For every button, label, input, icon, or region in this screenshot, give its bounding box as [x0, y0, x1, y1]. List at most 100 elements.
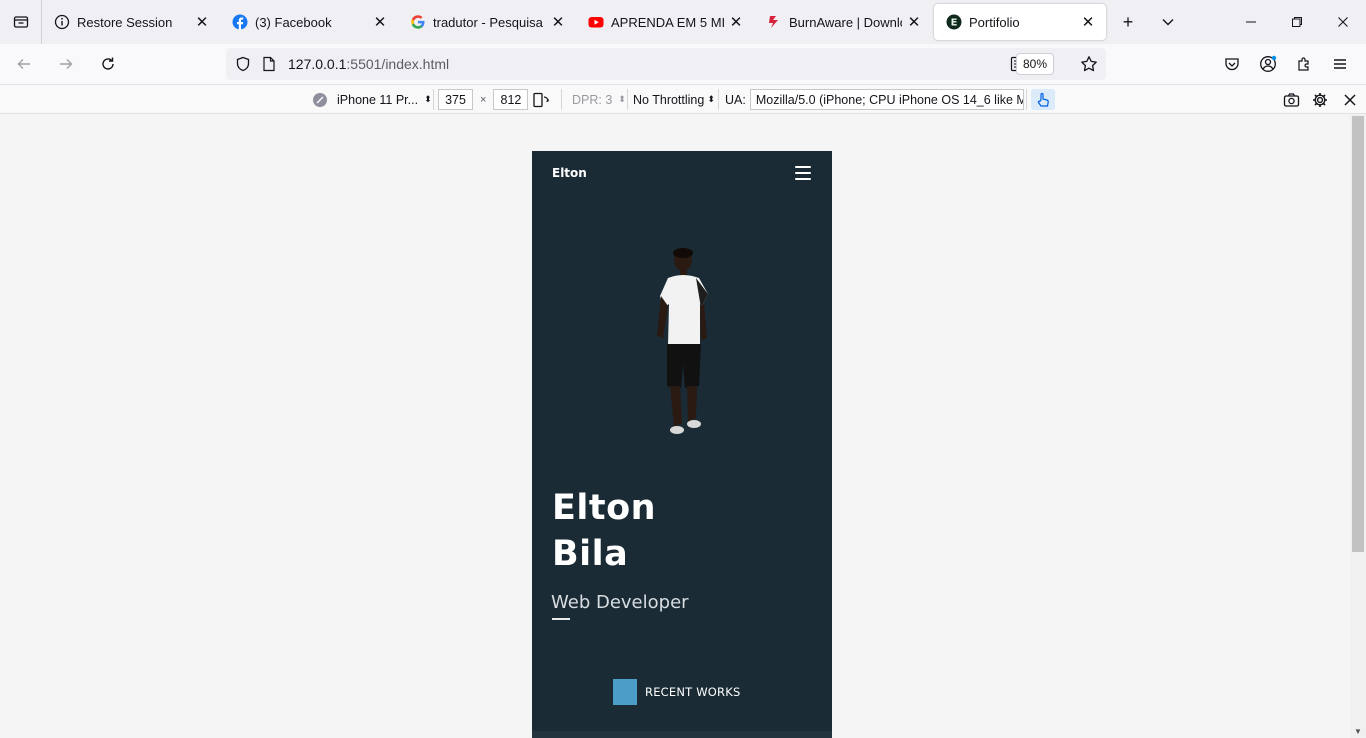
account-icon — [1260, 55, 1277, 72]
portfolio-e-icon: E — [946, 14, 962, 30]
forward-button[interactable] — [48, 48, 84, 80]
hamburger-menu-icon[interactable] — [795, 166, 811, 180]
tab-portifolio[interactable]: E Portifolio ✕ — [934, 4, 1106, 40]
arrow-left-icon — [17, 59, 30, 69]
scroll-down-arrow-icon[interactable]: ▼ — [1354, 727, 1362, 736]
rotate-device-icon — [533, 92, 549, 107]
list-all-tabs-button[interactable] — [1148, 0, 1188, 44]
google-icon — [410, 14, 426, 30]
updown-arrow-icon: ⬍ — [707, 94, 715, 104]
throttling-label: No Throttling — [633, 92, 705, 107]
url-text[interactable]: 127.0.0.1:5501/index.html — [288, 56, 449, 72]
close-tab-icon[interactable]: ✕ — [1080, 14, 1096, 31]
updown-arrow-icon: ⬍ — [424, 94, 432, 104]
updown-arrow-icon: ⬍ — [618, 94, 626, 104]
url-bar[interactable]: 127.0.0.1:5501/index.html 80% — [226, 48, 1106, 80]
close-icon — [1338, 17, 1348, 27]
minimize-icon — [1246, 21, 1256, 23]
firefox-view-icon — [13, 16, 28, 28]
viewport-height-input[interactable]: 812 — [493, 89, 529, 110]
user-agent-input[interactable]: Mozilla/5.0 (iPhone; CPU iPhone OS 14_6 … — [749, 89, 1024, 110]
rdm-settings-button[interactable] — [1312, 89, 1328, 110]
hero-first-name: Elton — [552, 488, 657, 528]
screenshot-button[interactable] — [1283, 89, 1300, 110]
tab-title: tradutor - Pesquisa Go — [433, 14, 546, 30]
tracking-protection-shield-icon[interactable] — [228, 56, 258, 72]
pocket-button[interactable] — [1214, 48, 1250, 80]
tab-burnaware[interactable]: BurnAware | Download ✕ — [754, 0, 932, 44]
gear-icon — [1313, 92, 1327, 107]
recent-works-label: RECENT WORKS — [645, 685, 741, 699]
zoom-reset-button[interactable]: 80% — [1015, 53, 1054, 75]
tab-title: Restore Session — [77, 14, 173, 30]
plus-icon: + — [1122, 11, 1134, 32]
tab-title: Portifolio — [969, 14, 1020, 30]
url-host: 127.0.0.1 — [288, 56, 347, 72]
dpr-label: DPR: 3 — [572, 92, 613, 107]
touch-hand-icon — [1037, 92, 1049, 107]
close-window-button[interactable] — [1320, 0, 1366, 44]
site-logo[interactable]: Elton — [552, 166, 587, 180]
close-tab-icon[interactable]: ✕ — [372, 14, 388, 31]
next-section-edge — [532, 731, 832, 738]
tab-youtube[interactable]: APRENDA EM 5 MINUT ✕ — [576, 0, 754, 44]
device-name: iPhone 11 Pr... — [337, 92, 419, 107]
device-selector[interactable]: iPhone 11 Pr... ⬍ — [312, 89, 432, 110]
camera-icon — [1283, 92, 1300, 107]
recent-works-link[interactable]: RECENT WORKS — [613, 679, 741, 705]
extensions-button[interactable] — [1286, 48, 1322, 80]
new-tab-button[interactable]: + — [1108, 0, 1148, 44]
tab-title: BurnAware | Download — [789, 14, 902, 30]
url-path: :5501/index.html — [346, 56, 450, 72]
youtube-icon — [588, 14, 604, 30]
close-icon — [1344, 93, 1356, 106]
scrollbar[interactable]: ▼ — [1350, 114, 1366, 738]
burnaware-icon — [766, 14, 782, 30]
viewport-width-input[interactable]: 375 — [438, 89, 473, 110]
info-icon — [54, 14, 70, 30]
svg-text:E: E — [951, 18, 958, 29]
close-tab-icon[interactable]: ✕ — [550, 14, 566, 31]
throttling-selector[interactable]: No Throttling ⬍ — [633, 89, 715, 110]
tab-strip: Restore Session ✕ (3) Facebook ✕ traduto… — [0, 0, 1366, 44]
reload-button[interactable] — [90, 48, 126, 80]
pocket-icon — [1225, 58, 1239, 71]
close-tab-icon[interactable]: ✕ — [906, 14, 922, 31]
close-tab-icon[interactable]: ✕ — [194, 14, 210, 31]
tab-google-search[interactable]: tradutor - Pesquisa Go ✕ — [398, 0, 576, 44]
hamburger-menu-icon — [1334, 59, 1346, 69]
mobile-page: Elton Elton Bila Web Developer RECENT WO… — [532, 151, 832, 738]
hero-role: Web Developer — [551, 592, 689, 613]
close-rdm-button[interactable] — [1343, 89, 1357, 110]
scrollbar-thumb[interactable] — [1352, 116, 1364, 552]
firefox-view-button[interactable] — [0, 0, 42, 44]
tab-title: APRENDA EM 5 MINUT — [611, 14, 724, 30]
user-agent-label: UA: — [725, 92, 746, 107]
arrow-right-icon — [60, 59, 73, 69]
back-button[interactable] — [6, 48, 42, 80]
recent-works-square-icon — [613, 679, 637, 705]
facebook-icon — [232, 14, 248, 30]
minimize-button[interactable] — [1228, 0, 1274, 44]
app-menu-button[interactable] — [1322, 48, 1358, 80]
hero-last-name: Bila — [552, 534, 629, 574]
close-tab-icon[interactable]: ✕ — [728, 14, 744, 31]
dimension-separator: × — [480, 93, 487, 106]
restore-button[interactable] — [1274, 0, 1320, 44]
dpr-selector[interactable]: DPR: 3 ⬍ — [572, 89, 626, 110]
restore-icon — [1292, 17, 1302, 27]
role-underline — [552, 618, 570, 620]
account-button[interactable] — [1250, 48, 1286, 80]
responsive-design-toolbar: iPhone 11 Pr... ⬍ 375 × 812 DPR: 3 ⬍ No … — [0, 85, 1366, 114]
device-icon — [313, 92, 327, 107]
tab-facebook[interactable]: (3) Facebook ✕ — [220, 0, 398, 44]
rotate-viewport-button[interactable] — [532, 89, 550, 110]
chevron-down-icon — [1162, 19, 1174, 26]
puzzle-icon — [1298, 57, 1309, 71]
bookmark-star-icon[interactable] — [1080, 55, 1098, 76]
touch-simulation-button[interactable] — [1031, 89, 1055, 110]
tab-restore-session[interactable]: Restore Session ✕ — [42, 0, 220, 44]
page-icon[interactable] — [258, 56, 280, 72]
navigation-toolbar: 127.0.0.1:5501/index.html 80% — [0, 44, 1366, 85]
tab-title: (3) Facebook — [255, 14, 332, 30]
